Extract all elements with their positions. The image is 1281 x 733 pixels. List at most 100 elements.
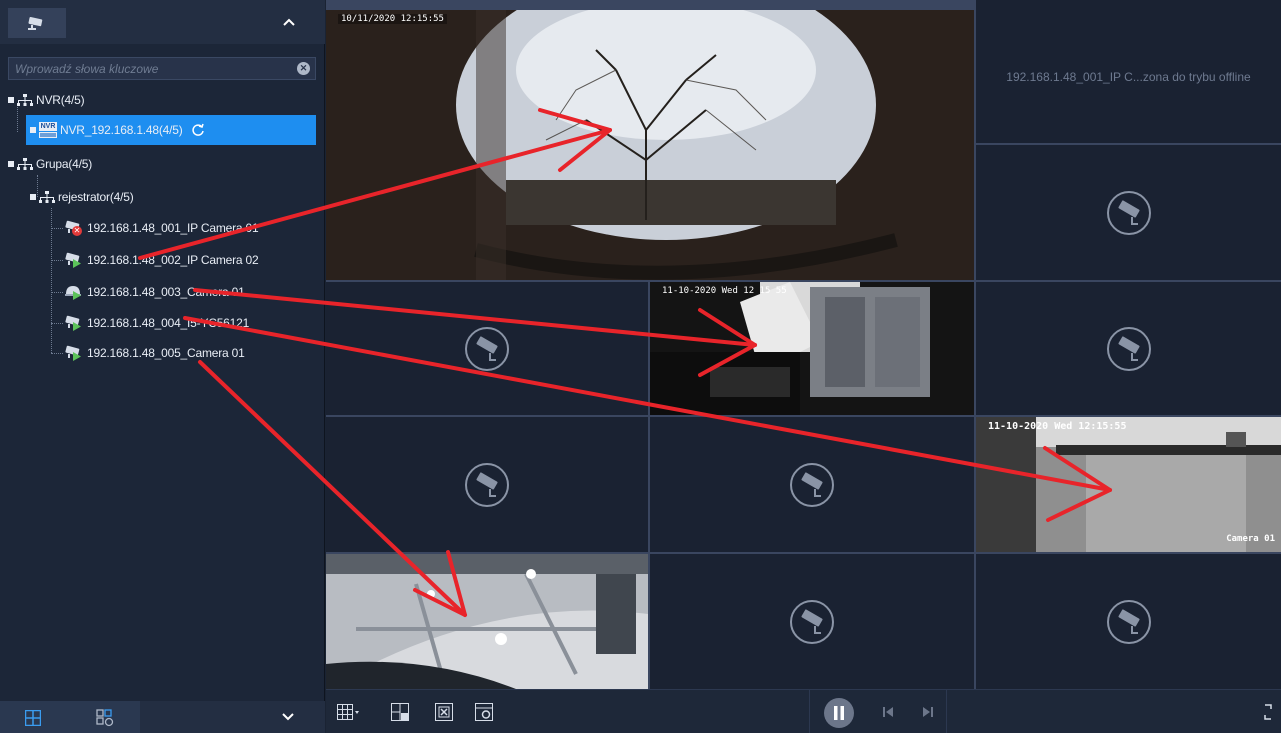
network-icon	[39, 190, 55, 203]
save-view-button[interactable]	[388, 700, 412, 724]
video-tile-8[interactable]	[650, 417, 974, 552]
toolbar-divider	[946, 690, 947, 733]
tree-node-recorder[interactable]: rejestrator(4/5)	[30, 186, 134, 208]
collapse-toggle[interactable]	[8, 97, 14, 103]
camera-feed-ceiling	[326, 554, 648, 689]
tree-node-group[interactable]: Grupa(4/5)	[8, 153, 92, 175]
camera-label: 192.168.1.48_004_I5-YC56121	[87, 316, 250, 330]
pause-button[interactable]	[824, 698, 854, 728]
sidebar-header	[0, 0, 325, 44]
camera-label: 192.168.1.48_001_IP Camera 01	[87, 221, 259, 235]
capture-icon	[475, 703, 493, 721]
tree-connector	[51, 323, 63, 324]
fullscreen-icon	[1264, 704, 1272, 720]
camera-tab[interactable]	[8, 8, 66, 38]
video-tile-3[interactable]	[976, 145, 1281, 280]
chevron-up-icon[interactable]	[279, 12, 299, 32]
osd-timestamp: 11-10-2020 Wed 12 15 55	[662, 286, 787, 296]
view-grid-icon[interactable]	[25, 710, 41, 726]
camera-placeholder-icon	[1106, 190, 1151, 235]
camera-placeholder-icon	[1106, 326, 1151, 371]
device-refresh-icon[interactable]	[95, 708, 115, 728]
skip-back-icon	[883, 707, 893, 717]
video-tile-7[interactable]	[326, 417, 648, 552]
save-view-icon	[391, 703, 409, 721]
tree-node-label: rejestrator(4/5)	[58, 190, 134, 204]
tree-node-nvr[interactable]: NVR(4/5)	[8, 89, 85, 111]
tree-node-nvr-device[interactable]: NVR NVR_192.168.1.48(4/5)	[26, 115, 316, 145]
footer-tabs	[0, 701, 140, 733]
video-tile-11[interactable]	[650, 554, 974, 689]
video-tile-10[interactable]	[326, 554, 648, 689]
osd-timestamp: 10/11/2020 12:15:55	[338, 14, 447, 24]
video-tile-2[interactable]: 192.168.1.48_001_IP C...zona do trybu of…	[976, 0, 1281, 143]
close-all-icon	[435, 703, 453, 721]
grid-layout-icon	[337, 704, 359, 720]
video-tile-1[interactable]: 10/11/2020 12:15:55	[326, 10, 974, 280]
tree-connector	[51, 292, 63, 293]
tree-connector	[51, 208, 52, 353]
pause-icon	[834, 706, 844, 720]
camera-item-1[interactable]: ✕ 192.168.1.48_001_IP Camera 01	[64, 217, 259, 239]
video-grid: 10/11/2020 12:15:55 192.168.1.48_001_IP …	[326, 0, 1281, 689]
tree-node-label: Grupa(4/5)	[36, 157, 93, 171]
collapse-toggle[interactable]	[8, 161, 14, 167]
camera-placeholder-icon	[1106, 599, 1151, 644]
camera-item-4[interactable]: 192.168.1.48_004_I5-YC56121	[64, 312, 249, 334]
ip-camera-online-icon	[64, 315, 84, 331]
dome-camera-online-icon	[64, 284, 84, 300]
offline-message: 192.168.1.48_001_IP C...zona do trybu of…	[1006, 70, 1251, 84]
skip-forward-icon	[923, 707, 933, 717]
video-tile-9[interactable]: 11-10-2020 Wed 12:15:55 Camera 01	[976, 417, 1281, 552]
video-tile-12[interactable]	[976, 554, 1281, 689]
camera-feed-office	[650, 282, 974, 415]
video-tile-6[interactable]	[976, 282, 1281, 415]
camera-label: 192.168.1.48_003_Camera 01	[87, 285, 245, 299]
ip-camera-online-icon	[64, 252, 84, 268]
previous-frame-button[interactable]	[876, 700, 900, 724]
tree-node-label: NVR(4/5)	[36, 93, 85, 107]
video-tile-5[interactable]: 11-10-2020 Wed 12 15 55	[650, 282, 974, 415]
camera-placeholder-icon	[465, 326, 509, 371]
fullscreen-button[interactable]	[1260, 700, 1276, 724]
collapse-toggle[interactable]	[30, 194, 36, 200]
capture-all-button[interactable]	[472, 700, 496, 724]
osd-timestamp: 11-10-2020 Wed 12:15:55	[988, 421, 1127, 432]
camera-placeholder-icon	[465, 462, 509, 507]
chevron-down-icon[interactable]	[278, 707, 298, 727]
toolbar-divider	[809, 690, 810, 733]
ip-camera-online-icon	[64, 345, 84, 361]
network-icon	[17, 93, 33, 106]
network-icon	[17, 157, 33, 170]
sidebar-footer	[0, 701, 325, 733]
video-tile-4[interactable]	[326, 282, 648, 415]
tree-node-label: NVR_192.168.1.48(4/5)	[60, 123, 183, 137]
tree-connector	[51, 353, 63, 354]
device-sidebar: ✕ NVR(4/5) NVR NVR_192.168.1.48(4/5)	[0, 0, 325, 733]
camera-item-3[interactable]: 192.168.1.48_003_Camera 01	[64, 281, 245, 303]
ip-camera-offline-icon: ✕	[64, 220, 84, 236]
refresh-icon[interactable]	[191, 123, 205, 137]
camera-item-2[interactable]: 192.168.1.48_002_IP Camera 02	[64, 249, 259, 271]
camera-icon	[28, 17, 43, 30]
tree-connector	[51, 228, 63, 229]
camera-label: 192.168.1.48_002_IP Camera 02	[87, 253, 259, 267]
tree-connector	[51, 260, 63, 261]
camera-item-5[interactable]: 192.168.1.48_005_Camera 01	[64, 342, 245, 364]
close-all-button[interactable]	[432, 700, 456, 724]
collapse-toggle[interactable]	[30, 127, 36, 133]
camera-feed-room	[976, 417, 1281, 552]
window-division-button[interactable]	[336, 700, 360, 724]
camera-feed-tree	[326, 10, 974, 280]
camera-placeholder-icon	[790, 462, 834, 507]
search-input[interactable]	[9, 58, 289, 79]
live-view-toolbar	[326, 689, 1281, 733]
next-frame-button[interactable]	[916, 700, 940, 724]
osd-camera-name: Camera 01	[1226, 534, 1275, 544]
nvr-badge: NVR	[39, 122, 57, 131]
nvr-device-icon: NVR	[39, 122, 57, 138]
clear-search-icon[interactable]: ✕	[297, 62, 310, 75]
search-box: ✕	[8, 57, 316, 80]
camera-placeholder-icon	[790, 599, 834, 644]
camera-label: 192.168.1.48_005_Camera 01	[87, 346, 245, 360]
